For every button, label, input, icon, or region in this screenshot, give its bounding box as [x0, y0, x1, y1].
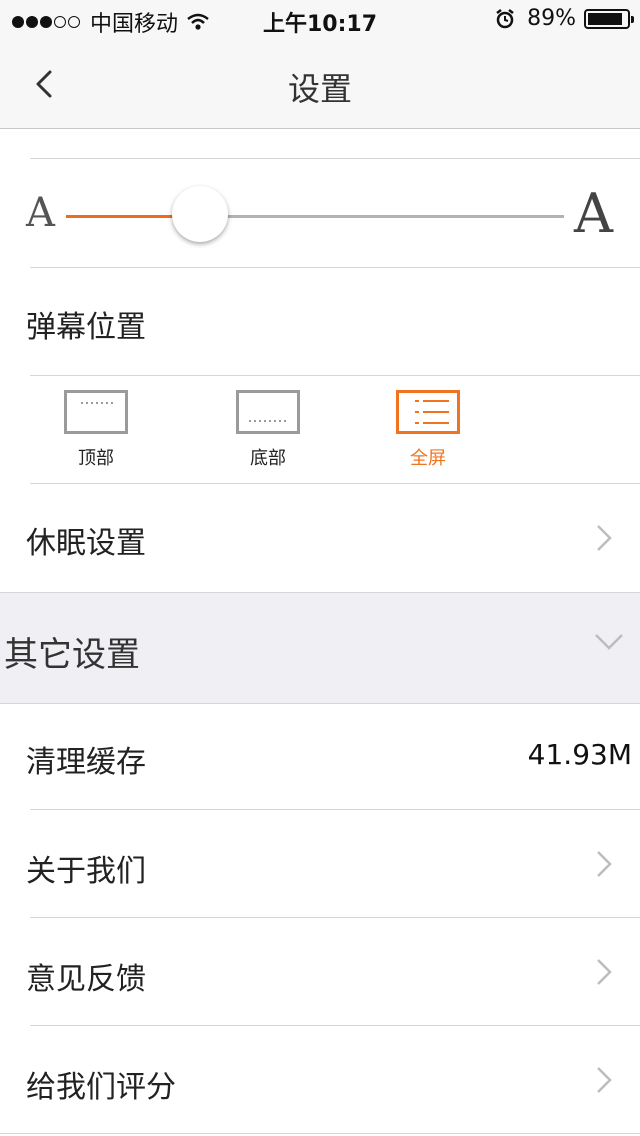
other-settings-section[interactable]: 其它设置	[0, 592, 640, 704]
divider	[0, 1133, 640, 1134]
nav-bar: 设置	[0, 40, 640, 129]
sleep-settings-label: 休眠设置	[26, 526, 146, 561]
battery-percent: 89%	[527, 6, 576, 31]
about-us-label: 关于我们	[26, 854, 146, 889]
font-size-slider[interactable]	[66, 215, 564, 218]
chevron-right-icon	[597, 1067, 612, 1093]
slider-thumb[interactable]	[172, 186, 228, 242]
danmaku-option-fullscreen[interactable]: 全屏	[393, 390, 463, 470]
feedback-row[interactable]: 意见反馈	[0, 918, 640, 1025]
danmaku-option-label: 顶部	[78, 448, 114, 469]
danmaku-option-top[interactable]: 顶部	[61, 390, 131, 470]
chevron-right-icon	[597, 851, 612, 877]
divider	[30, 267, 640, 268]
page-title: 设置	[287, 70, 352, 108]
battery-tip	[631, 15, 634, 23]
status-bar: 中国移动 上午10:17 89%	[0, 0, 640, 40]
clear-cache-label: 清理缓存	[26, 745, 146, 780]
feedback-label: 意见反馈	[26, 962, 146, 997]
divider	[30, 375, 640, 376]
battery-icon	[584, 8, 634, 29]
chevron-right-icon	[597, 525, 612, 551]
status-right: 89%	[495, 6, 634, 31]
font-large-label: A	[574, 182, 613, 245]
rate-us-row[interactable]: 给我们评分	[0, 1026, 640, 1133]
danmaku-bottom-icon	[236, 390, 300, 434]
chevron-right-icon	[597, 959, 612, 985]
battery-fill	[588, 12, 622, 25]
danmaku-position-label: 弹幕位置	[26, 310, 146, 345]
danmaku-fullscreen-icon	[396, 390, 460, 434]
rate-us-label: 给我们评分	[26, 1070, 176, 1105]
about-us-row[interactable]: 关于我们	[0, 810, 640, 917]
danmaku-option-bottom[interactable]: 底部	[233, 390, 303, 470]
font-small-label: A	[26, 190, 55, 236]
danmaku-option-label: 底部	[250, 448, 286, 469]
danmaku-top-icon	[64, 390, 128, 434]
chevron-down-icon	[595, 634, 623, 650]
divider	[30, 158, 640, 159]
danmaku-option-label: 全屏	[410, 448, 446, 469]
alarm-clock-icon	[496, 8, 514, 28]
cache-size-value: 41.93M	[527, 738, 632, 771]
sleep-settings-row[interactable]: 休眠设置	[0, 484, 640, 591]
section-title: 其它设置	[4, 635, 140, 675]
